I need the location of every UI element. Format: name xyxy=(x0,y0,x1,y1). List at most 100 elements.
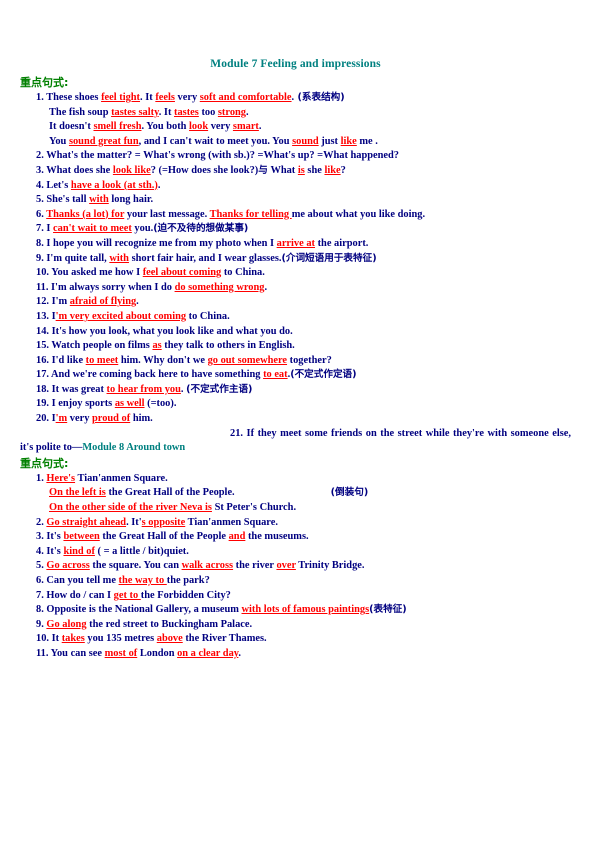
module7-sentence-list: 1. These shoes feel tight. It feels very… xyxy=(20,91,571,427)
sentence-line: 18. It was great to hear from you. (不定式作… xyxy=(20,383,571,398)
item-number: 14. xyxy=(36,325,52,337)
sentence-text: You asked me how I xyxy=(51,267,143,279)
sentence-text: You both xyxy=(144,121,190,133)
sentence-text: very xyxy=(174,92,200,103)
sentence-text: very xyxy=(208,121,233,133)
sentence-text: It's xyxy=(46,545,64,557)
sentence-text: me . xyxy=(356,135,378,147)
highlighted-phrase: as xyxy=(152,340,162,352)
item-number: 2. xyxy=(36,150,47,162)
sentence-text: the museums. xyxy=(245,531,309,543)
item-number: 11. xyxy=(36,647,51,659)
highlighted-phrase: feels xyxy=(155,92,175,103)
item-number: 12. xyxy=(36,296,52,308)
sentence-text: She's tall xyxy=(46,194,90,206)
module8-sentence-list: 1. Here's Tian'anmen Square. On the left … xyxy=(20,472,571,662)
sentence-text: And we're coming back here to have somet… xyxy=(51,369,264,381)
sentence-text: It xyxy=(142,92,156,103)
sentence-line: 3. It's between the Great Hall of the Pe… xyxy=(20,530,571,545)
sentence-line: 2. What's the matter? = What's wrong (wi… xyxy=(20,149,571,164)
annotation-note: (迫不及待的想做某事) xyxy=(153,223,249,235)
sentence-text: , and I can't wait to meet you. You xyxy=(138,135,293,147)
annotation-note: (倒装句) xyxy=(330,487,369,499)
sentence-text: I'm quite tall, xyxy=(46,252,110,264)
sentence-text: just xyxy=(318,135,341,147)
highlighted-phrase: have a look (at sth.) xyxy=(70,179,158,191)
highlighted-phrase: like xyxy=(324,164,341,176)
sentence-text: short fair hair, and I wear glasses. xyxy=(128,252,282,264)
sentence-text: me about what you like doing. xyxy=(291,208,426,220)
highlighted-phrase: like xyxy=(340,135,357,147)
highlighted-phrase: afraid of flying xyxy=(69,296,137,308)
sentence-line: 7. How do / can I get to the Forbidden C… xyxy=(20,589,571,604)
highlighted-phrase: kind of xyxy=(63,545,95,557)
sentence-text: him. xyxy=(130,413,153,425)
sentence-text: You xyxy=(49,135,69,147)
highlighted-phrase: on a clear day xyxy=(177,647,239,659)
highlighted-phrase: is xyxy=(297,164,305,176)
highlighted-phrase: Here's xyxy=(46,472,76,484)
sentence-text: to China. xyxy=(221,267,265,279)
highlighted-phrase: s opposite xyxy=(141,516,186,528)
highlighted-phrase: soft and comfortable xyxy=(199,92,292,103)
sentence-text: You can see xyxy=(50,647,105,659)
highlighted-phrase: between xyxy=(63,531,100,543)
highlighted-phrase: smell fresh xyxy=(93,121,142,133)
sentence-text: you 135 metres xyxy=(84,633,157,645)
item-number: 1. xyxy=(36,472,47,484)
sentence-line: 8. I hope you will recognize me from my … xyxy=(20,237,571,252)
module8-title: Module 8 Around town xyxy=(82,442,186,454)
sentence-text: I'm always sorry when I do xyxy=(51,281,175,293)
sentence-line: 4. Let's have a look (at sth.). xyxy=(20,179,571,194)
item-number: 9. xyxy=(36,252,47,264)
sentence-line: 6. Thanks (a lot) for your last message.… xyxy=(20,208,571,223)
item-number: 20. xyxy=(36,413,52,425)
sentence-line: 9. I'm quite tall, with short fair hair,… xyxy=(20,252,571,267)
sentence-line: On the left is the Great Hall of the Peo… xyxy=(20,486,571,501)
highlighted-phrase: as well xyxy=(114,398,145,410)
module8-section-label: 重点句式: xyxy=(20,456,69,470)
item-number: 17. xyxy=(36,369,52,381)
sentence-line: 9. Go along the red street to Buckingham… xyxy=(20,618,571,633)
highlighted-phrase: Go across xyxy=(46,560,90,572)
highlighted-phrase: to hear from you xyxy=(106,383,181,395)
highlighted-phrase: sound xyxy=(292,135,319,147)
item-number: 4. xyxy=(36,545,47,557)
sentence-text: I'm xyxy=(51,296,70,308)
sentence-text: The fish soup xyxy=(49,106,112,118)
item-number: 21. xyxy=(230,427,247,439)
highlighted-phrase: sound great fun xyxy=(68,135,139,147)
highlighted-phrase: proud of xyxy=(92,413,131,425)
sentence-line: 16. I'd like to meet him. Why don't we g… xyxy=(20,354,571,369)
sentence-text: It's xyxy=(46,531,64,543)
sentence-text: . It xyxy=(158,106,175,118)
sentence-line: 13. I'm very excited about coming to Chi… xyxy=(20,310,571,325)
sentence-text: the red street to Buckingham Palace. xyxy=(86,618,253,630)
sentence-text: London xyxy=(137,647,178,659)
sentence-line: 17. And we're coming back here to have s… xyxy=(20,368,571,383)
sentence-text: It's how you look, what you look like an… xyxy=(51,325,293,337)
sentence-text: the airport. xyxy=(315,237,369,249)
item-number: 18. xyxy=(36,383,52,395)
highlighted-phrase: to eat xyxy=(263,369,288,381)
highlighted-phrase: feel about coming xyxy=(142,267,222,279)
sentence-text: . It' xyxy=(126,516,142,528)
highlighted-phrase: and xyxy=(228,531,246,543)
sentence-line: 15. Watch people on films as they talk t… xyxy=(20,339,571,354)
item-number: 9. xyxy=(36,618,47,630)
sentence-text: the square. You can xyxy=(89,560,182,572)
sentence-text: the river xyxy=(233,560,277,572)
sentence-text: What does she xyxy=(46,164,113,176)
sentence-text: I'd like xyxy=(51,354,86,366)
item-number: 3. xyxy=(36,164,47,176)
highlighted-phrase: 'm xyxy=(55,413,68,425)
item-number: 16. xyxy=(36,354,52,366)
highlighted-phrase: above xyxy=(156,633,183,645)
highlighted-phrase: Thanks for telling xyxy=(209,208,292,220)
sentence-text: It doesn't xyxy=(49,121,94,133)
sentence-text: they talk to others in English. xyxy=(161,340,295,352)
sentence-text: Watch people on films xyxy=(51,340,153,352)
sentence-text: Let's xyxy=(46,179,71,191)
module7-item-21: 21. If they meet some friends on the str… xyxy=(20,427,571,456)
item-number: 13. xyxy=(36,310,52,322)
